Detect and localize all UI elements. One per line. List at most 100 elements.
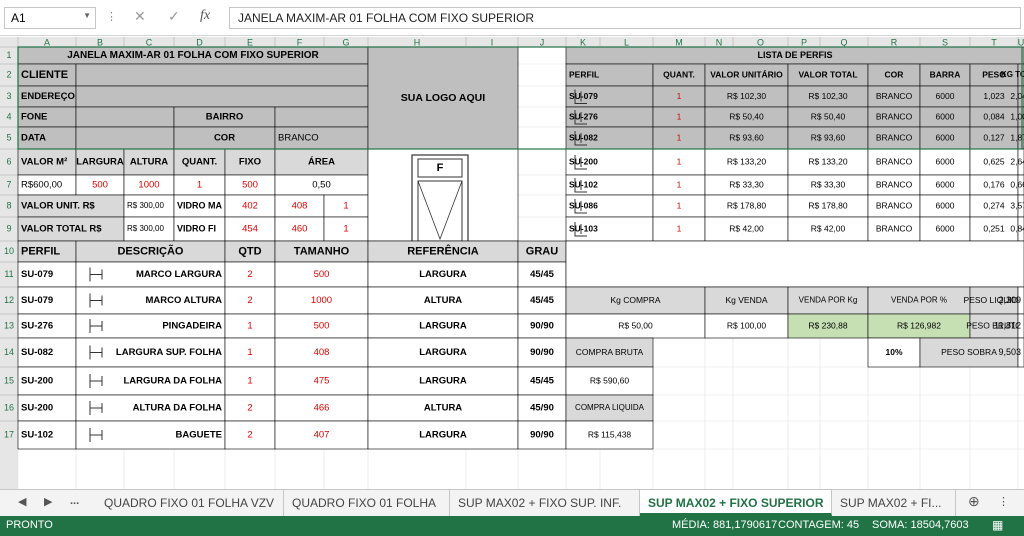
kg-compra-label-text: Kg COMPRA [610,295,660,305]
profiles-row-quant-text: 1 [677,132,682,142]
venda-kg-text: R$ 230,88 [808,320,847,330]
column-header-B: B [97,37,103,47]
tab-sup-max02-fixo-superior[interactable]: SUP MAX02 + FIXO SUPERIOR [640,490,832,516]
parts-header-referencia-text: REFERÊNCIA [407,244,479,257]
cor-label-text: COR [214,133,235,144]
tab-next-icon[interactable]: ▶ [44,495,52,508]
compra-liquida-text: R$ 115,438 [588,429,632,439]
parts-row-qtd-text: 2 [247,430,252,441]
fixo-label-text: FIXO [239,157,261,168]
area-value-text: 0,50 [312,180,331,191]
add-sheet-icon[interactable]: ⊕ [968,493,980,510]
column-header-J: J [540,37,545,47]
profiles-row-perfil-text: SU-103 [569,223,598,233]
quant-label-text: QUANT. [182,157,217,168]
profiles-row-perfil-text: SU-102 [569,179,598,189]
parts-row-perfil-text: SU-079 [21,295,53,306]
profiles-row-total-text: R$ 93,60 [811,132,846,142]
name-box[interactable]: A1 ▼ [4,7,96,29]
vidro-fi-label-text: VIDRO FI [177,223,216,233]
profiles-row-perfil-text: SU-200 [569,156,598,166]
profiles-row-quant-text: 1 [677,200,682,210]
valor-unit-label-text: VALOR UNIT. R$ [21,201,95,212]
vidro-ma-largura-text: 402 [242,201,258,212]
formula-bar: A1 ▼ ⋮ ✕ ✓ fx JANELA MAXIM-AR 01 FOLHA CO… [0,0,1024,36]
column-header-T: T [991,37,997,47]
fone-value[interactable] [75,106,175,128]
row-header-9: 9 [6,223,11,233]
sheet-canvas[interactable]: A B C D E F G H I J K L M N O P Q R S T U1234567891011121314… [0,37,1024,489]
profiles-header-total-text: VALOR TOTAL [798,69,857,79]
tab-prev-icon[interactable]: ◀ [18,495,26,508]
column-header-H: H [414,37,421,47]
venda-kg-label-text: VENDA POR Kg [799,296,858,305]
parts-row-grau-text: 90/90 [530,347,554,358]
quant-value-text: 1 [197,180,202,191]
valor-total-label-text: VALOR TOTAL R$ [21,224,102,235]
data-value[interactable] [75,126,175,150]
separator-dots-icon: ⋮ [106,11,117,23]
formula-input[interactable]: JANELA MAXIM-AR 01 FOLHA COM FIXO SUPERI… [229,7,1021,29]
fixo-value-text: 500 [242,180,258,191]
column-header-L: L [624,37,629,47]
peso-bruto-text: 11,812 [994,320,1021,330]
valor-m2-text: R$600,00 [21,180,62,191]
profiles-empty-area[interactable] [565,240,1024,288]
tab-more[interactable]: ... [70,495,79,507]
tab-quadro-fixo-vzv[interactable]: QUADRO FIXO 01 FOLHA VZV [96,490,284,516]
compra-bruta-text: R$ 590,60 [590,375,629,385]
function-icon[interactable]: fx [200,8,210,24]
parts-row-qtd-text: 1 [247,321,252,332]
altura-label-text: ALTURA [130,157,168,168]
row-header-6: 6 [6,156,11,166]
kg-venda-label-text: Kg VENDA [725,295,767,305]
profiles-row-cor-text: BRANCO [876,132,913,142]
compra-bruta-label-text: COMPRA BRUTA [576,347,644,357]
column-header-F: F [297,37,303,47]
cor-value-text: BRANCO [278,133,319,144]
enter-icon[interactable]: ✓ [168,8,180,25]
peso-liquido-text: 2,309 [998,295,1021,305]
column-header-bar [0,37,1024,47]
profiles-row-unit-text: R$ 42,00 [729,223,764,233]
bairro-value[interactable] [274,106,369,128]
parts-row-referencia-text: LARGURA [419,269,467,280]
endereco-value[interactable] [75,85,369,108]
parts-row-descricao-text: MARCO LARGURA [136,269,222,280]
row-header-16: 16 [4,402,14,412]
tab-sup-max02-fixo-sup-inf[interactable]: SUP MAX02 + FIXO SUP. INF. [450,490,640,516]
profiles-row-total-text: R$ 102,30 [808,91,847,101]
status-bar: PRONTO MÉDIA: 881,1790617 CONTAGEM: 45 S… [0,516,1024,536]
tab-sup-max02-fi[interactable]: SUP MAX02 + FI... [832,490,956,516]
profiles-row-quant-text: 1 [677,111,682,121]
normal-view-icon[interactable]: ▦ [992,518,1003,532]
profiles-row-cor-text: BRANCO [876,156,913,166]
compra-liquida-label-text: COMPRA LIQUIDA [575,403,645,412]
chevron-down-icon[interactable]: ▼ [83,11,91,20]
profiles-row-unit-text: R$ 33,30 [729,179,764,189]
column-header-A: A [44,37,50,47]
profiles-row-quant-text: 1 [677,179,682,189]
window-fixed-label: F [437,162,444,174]
profiles-row-peso-text: 0,176 [983,179,1005,189]
parts-header-grau-text: GRAU [526,245,558,257]
cancel-icon[interactable]: ✕ [134,8,146,25]
spreadsheet-grid[interactable]: A B C D E F G H I J K L M N O P Q R S T U 1 2 3 4 5 6 7 8 9 10 11 12 13 14… [0,37,1024,489]
profiles-row-barra-text: 6000 [936,132,955,142]
parts-row-grau-text: 45/45 [530,269,554,280]
profiles-row-perfil-text: SU-276 [569,111,598,121]
tab-quadro-fixo[interactable]: QUADRO FIXO 01 FOLHA [284,490,450,516]
parts-row-tamanho-text: 1000 [311,295,332,306]
vidro-ma-label-text: VIDRO MA [177,200,223,210]
profiles-row-unit-text: R$ 50,40 [729,111,764,121]
profiles-row-peso-text: 0,084 [983,111,1005,121]
largura-value-text: 500 [92,180,108,191]
venda-percent-text: 10% [885,347,902,357]
parts-row-grau-text: 90/90 [530,321,554,332]
parts-row-tamanho-text: 466 [314,403,330,414]
parts-row-tamanho-text: 500 [314,269,330,280]
row-header-1: 1 [6,50,11,60]
parts-header-tamanho-text: TAMANHO [294,245,350,257]
cliente-value[interactable] [75,63,369,87]
row-header-5: 5 [6,132,11,142]
